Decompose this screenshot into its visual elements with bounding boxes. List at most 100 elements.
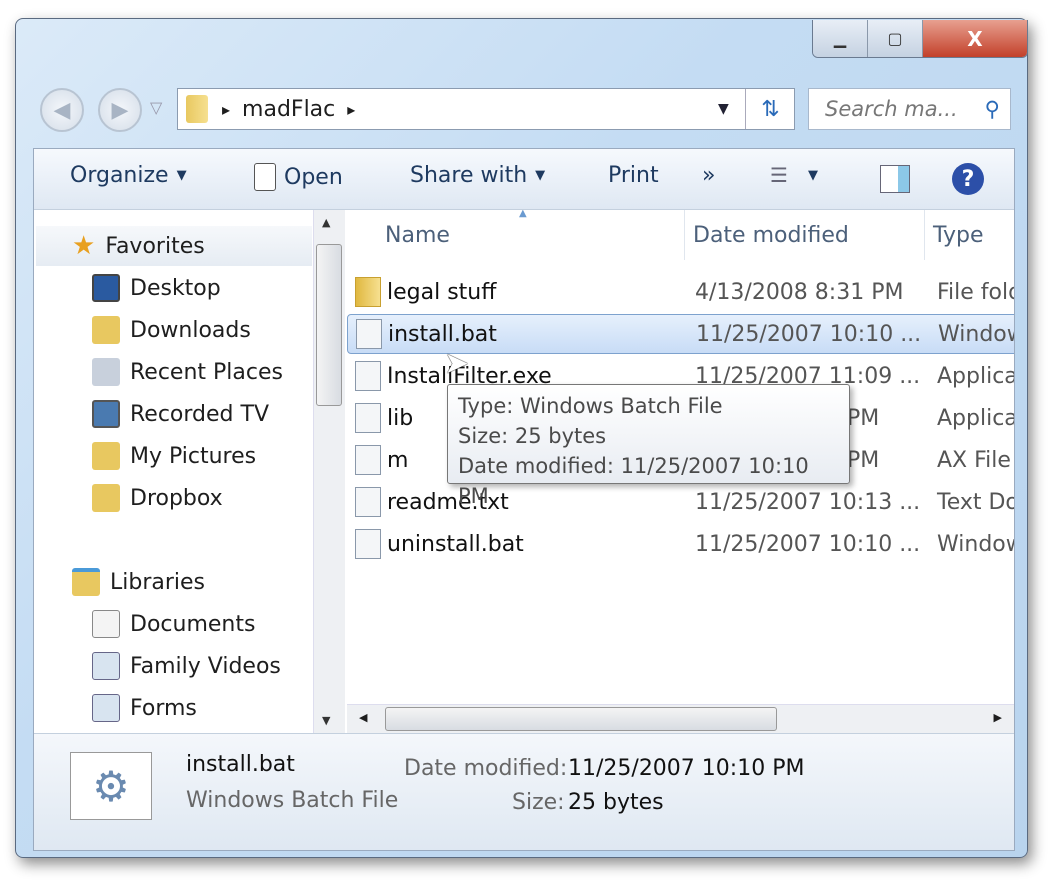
breadcrumb-separator[interactable]: ▸ — [222, 100, 230, 119]
sidebar-item-label: Family Videos — [130, 653, 281, 679]
forward-arrow-icon: ▶ — [111, 97, 129, 123]
downloads-folder-icon — [92, 316, 120, 344]
column-header-name[interactable]: Name ▲ — [347, 210, 685, 260]
chevron-down-icon: ▼ — [176, 168, 187, 183]
share-label: Share with — [410, 163, 528, 188]
recent-places-icon — [92, 358, 120, 386]
organize-button[interactable]: Organize ▼ — [70, 163, 187, 188]
column-label: Type — [933, 222, 984, 248]
scroll-right-icon[interactable]: ▶ — [994, 711, 1002, 724]
details-size-value: 25 bytes — [568, 790, 664, 815]
print-label: Print — [608, 163, 659, 188]
file-tooltip: Type: Windows Batch File Size: 25 bytes … — [447, 384, 850, 508]
sidebar-item-label: My Pictures — [130, 443, 257, 469]
navigation-pane: ★ Favorites Desktop Downloads Recent Plac… — [34, 210, 346, 733]
star-icon: ★ — [72, 231, 96, 261]
sidebar-item-libraries[interactable]: Libraries — [72, 562, 205, 602]
column-header-date[interactable]: Date modified — [685, 210, 925, 260]
share-with-button[interactable]: Share with ▼ — [410, 163, 545, 188]
file-type: Window — [937, 531, 1014, 557]
maximize-button[interactable]: ▢ — [868, 20, 923, 57]
sidebar-item-recorded-tv[interactable]: Recorded TV — [92, 394, 269, 434]
sidebar-item-downloads[interactable]: Downloads — [92, 310, 251, 350]
details-filename: install.bat — [186, 752, 295, 777]
scrollbar-thumb[interactable] — [316, 244, 342, 406]
sidebar-item-my-pictures[interactable]: My Pictures — [92, 436, 256, 476]
dropbox-folder-icon — [92, 484, 120, 512]
dll-icon — [355, 403, 381, 433]
file-type: Applica — [937, 405, 1014, 431]
chevron-down-icon: ▼ — [807, 167, 818, 183]
column-label: Date modified — [693, 222, 849, 248]
scrollbar-thumb[interactable] — [385, 707, 777, 731]
file-type: AX File — [937, 447, 1011, 473]
sidebar-item-documents[interactable]: Documents — [92, 604, 255, 644]
details-view-icon: ☰ — [770, 163, 788, 187]
file-name: lib — [387, 405, 414, 431]
details-date-label: Date modified: — [404, 756, 568, 781]
file-type: Window — [938, 321, 1014, 347]
minimize-button[interactable]: ▁ — [813, 20, 868, 57]
navigation-scrollbar[interactable]: ▲ ▼ — [313, 210, 345, 733]
batch-file-icon — [355, 529, 381, 559]
file-row[interactable]: uninstall.bat 11/25/2007 10:10 ... Windo… — [347, 524, 1014, 564]
tooltip-type: Type: Windows Batch File — [458, 394, 723, 418]
address-bar[interactable]: ▸ madFlac ▸ ▼ ⇅ — [177, 88, 795, 130]
breadcrumb-madflac[interactable]: madFlac — [242, 97, 335, 122]
search-input[interactable]: Search ma... ⚲ — [808, 88, 1011, 130]
file-icon — [355, 445, 381, 475]
views-button[interactable]: ☰ ▼ — [770, 163, 818, 187]
forward-button[interactable]: ▶ — [98, 88, 142, 132]
file-type: Text Do — [937, 489, 1014, 515]
breadcrumb-separator[interactable]: ▸ — [347, 100, 355, 119]
sidebar-item-label: Documents — [130, 611, 256, 637]
batch-file-large-icon: ⚙ — [70, 752, 152, 820]
column-label: Name — [385, 222, 450, 248]
scroll-down-icon[interactable]: ▼ — [322, 714, 330, 727]
tooltip-date: Date modified: 11/25/2007 10:10 PM — [458, 454, 809, 508]
sidebar-item-desktop[interactable]: Desktop — [92, 268, 221, 308]
sidebar-item-recent-places[interactable]: Recent Places — [92, 352, 283, 392]
back-arrow-icon: ◀ — [53, 97, 71, 123]
close-button[interactable]: X — [923, 20, 1027, 57]
search-icon[interactable]: ⚲ — [985, 97, 1000, 121]
file-date: 11/25/2007 10:10 ... — [695, 531, 921, 557]
more-icon: » — [702, 163, 716, 188]
sidebar-item-dropbox[interactable]: Dropbox — [92, 478, 223, 518]
batch-file-icon — [356, 319, 382, 349]
sidebar-item-favorites[interactable]: ★ Favorites — [36, 226, 312, 266]
scroll-left-icon[interactable]: ◀ — [359, 711, 367, 724]
open-label: Open — [284, 164, 343, 190]
exe-icon — [355, 361, 381, 391]
address-dropdown-button[interactable]: ▼ — [718, 101, 729, 117]
organize-label: Organize — [70, 163, 169, 188]
refresh-button[interactable]: ⇅ — [745, 89, 795, 129]
libraries-icon — [72, 568, 100, 596]
file-row[interactable]: legal stuff 4/13/2008 8:31 PM File fold — [347, 272, 1014, 312]
print-button[interactable]: Print — [608, 163, 659, 188]
horizontal-scrollbar[interactable]: ◀ ▶ — [347, 704, 1014, 733]
file-date: PM — [847, 405, 880, 431]
details-pane: ⚙ install.bat Windows Batch File Date mo… — [34, 733, 1014, 850]
sidebar-item-label: Forms — [130, 695, 197, 721]
help-button[interactable]: ? — [952, 163, 984, 195]
chevron-down-icon: ▼ — [535, 168, 546, 183]
sidebar-item-family-videos[interactable]: Family Videos — [92, 646, 281, 686]
open-button[interactable]: Open — [254, 163, 343, 191]
library-icon — [92, 694, 120, 722]
preview-pane-button[interactable] — [880, 165, 910, 193]
file-name: m — [387, 447, 409, 473]
sidebar-item-forms[interactable]: Forms — [92, 688, 197, 728]
sidebar-item-label: Dropbox — [130, 485, 223, 511]
file-name: legal stuff — [387, 279, 497, 305]
column-header-type[interactable]: Type — [925, 210, 1014, 260]
pictures-folder-icon — [92, 442, 120, 470]
sidebar-item-label: Recent Places — [130, 359, 283, 385]
documents-icon — [92, 610, 120, 638]
more-commands-button[interactable]: » — [702, 163, 715, 188]
search-placeholder: Search ma... — [825, 97, 958, 121]
recent-pages-button[interactable]: ▽ — [150, 98, 162, 117]
scroll-up-icon[interactable]: ▲ — [322, 216, 330, 229]
file-name: install.bat — [388, 321, 497, 347]
back-button[interactable]: ◀ — [40, 88, 84, 132]
